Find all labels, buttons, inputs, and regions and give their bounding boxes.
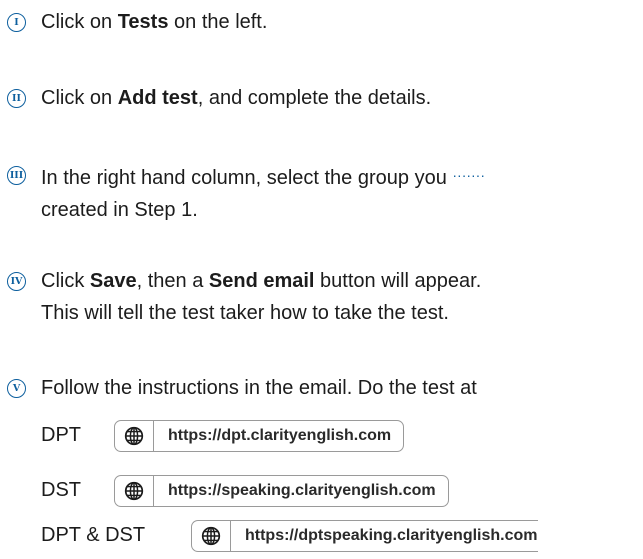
- globe-icon: [192, 521, 231, 551]
- link-label: DPT: [41, 424, 81, 446]
- step-number-badge: II: [7, 89, 26, 108]
- save-label: Save: [89, 270, 137, 292]
- link-label: DST: [41, 479, 81, 501]
- url-link[interactable]: https://dptspeaking.clarityenglish.com: [231, 527, 538, 545]
- link-label: DPT & DST: [41, 524, 146, 546]
- step-4-text: Click Save, then a Send email button wil…: [41, 270, 482, 324]
- send-email-label: Send email: [208, 270, 315, 292]
- step-5-text: Follow the instructions in the email. Do…: [41, 377, 477, 399]
- url-box-dpt[interactable]: https://dpt.clarityenglish.com: [114, 420, 405, 452]
- globe-icon: [115, 476, 154, 506]
- step-number-badge: IV: [7, 272, 26, 291]
- step-1-text: Click on Tests on the left.: [41, 11, 268, 33]
- continuation-dots: ·······: [452, 167, 486, 183]
- step-2-text: Click on Add test, and complete the deta…: [41, 87, 432, 109]
- step-number-badge: V: [7, 379, 26, 398]
- step-number-badge: I: [7, 13, 26, 32]
- url-link[interactable]: https://dpt.clarityenglish.com: [154, 427, 403, 445]
- add-test-label: Add test: [117, 87, 198, 109]
- globe-icon: [115, 421, 154, 451]
- step-3-text: In the right hand column, select the gro…: [41, 167, 486, 221]
- url-box-dst[interactable]: https://speaking.clarityenglish.com: [114, 475, 449, 507]
- url-link[interactable]: https://speaking.clarityenglish.com: [154, 482, 448, 500]
- step-number-badge: III: [7, 166, 26, 185]
- url-box-dpt-dst[interactable]: https://dptspeaking.clarityenglish.com: [191, 520, 538, 552]
- tests-label: Tests: [117, 11, 169, 33]
